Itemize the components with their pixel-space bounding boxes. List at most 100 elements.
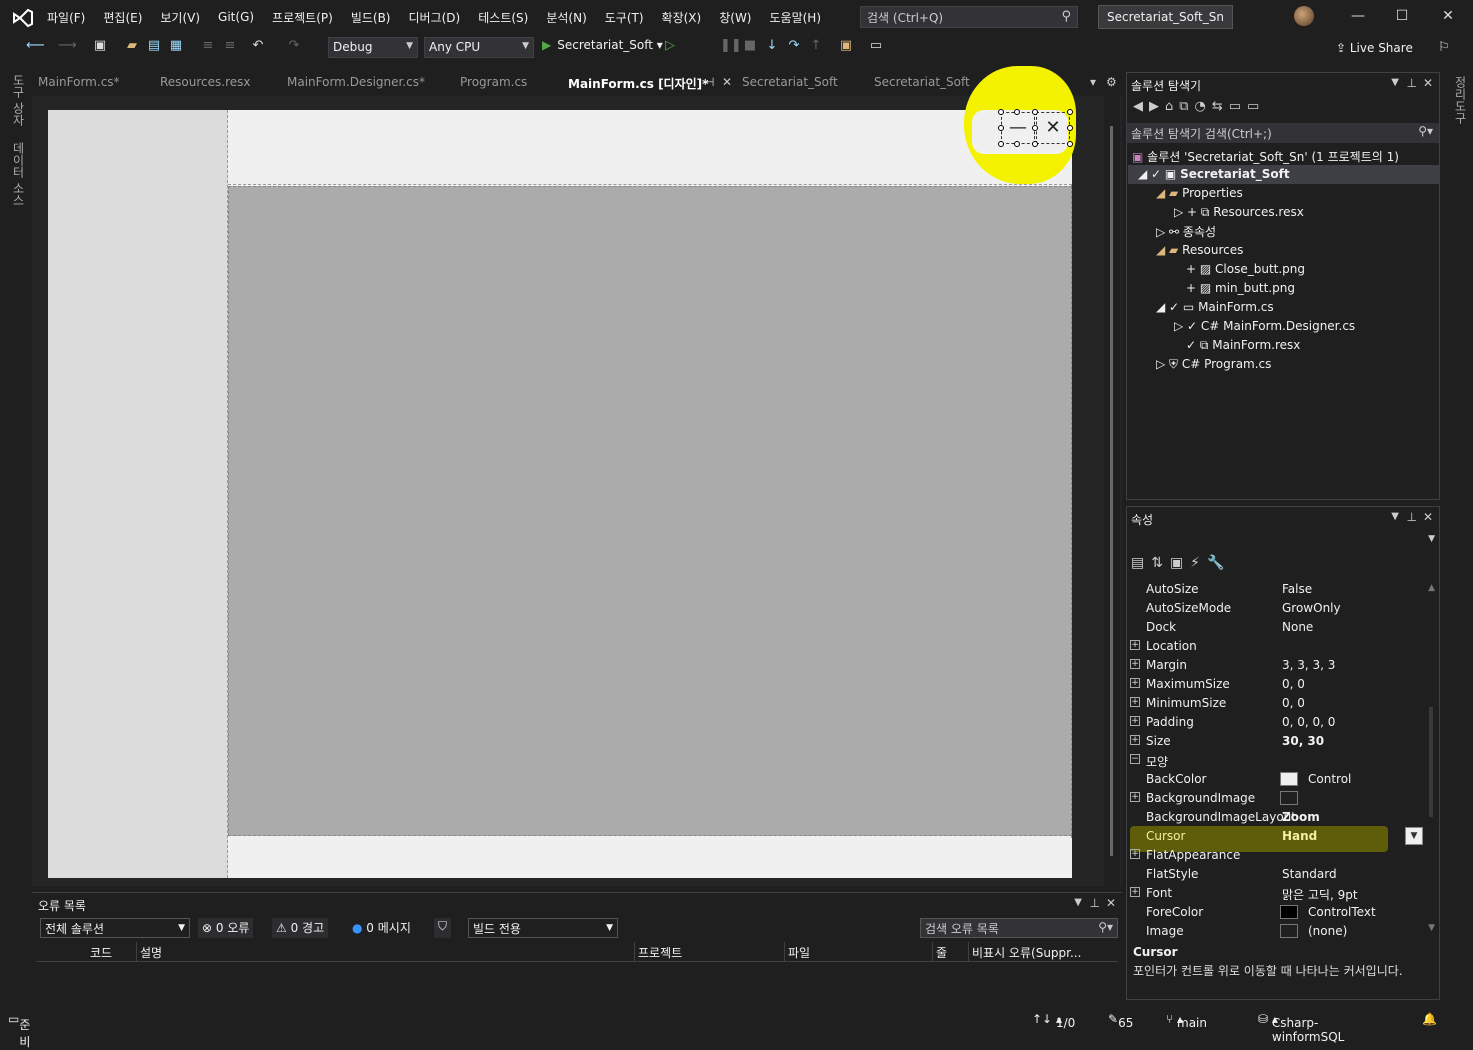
tree-item-project[interactable]: ◢ ✓ ▣ Secretariat_Soft [1138,167,1290,181]
property-value[interactable]: ControlText [1308,905,1376,919]
tab-resources-resx[interactable]: Resources.resx [160,75,251,89]
error-scope-select[interactable]: 전체 솔루션 ▼ [40,918,190,938]
property-row[interactable]: + Size 30, 30 [1130,732,1430,751]
property-value[interactable]: 3, 3, 3, 3 [1282,658,1335,672]
col-description[interactable]: 설명 [140,944,162,961]
property-row[interactable]: + Padding 0, 0, 0, 0 [1130,713,1430,732]
feedback-icon[interactable]: ⚐ [1436,40,1452,56]
notification-bell-icon[interactable]: 🔔 [1422,1012,1437,1026]
filter-icon[interactable]: ⛉ [434,918,452,938]
properties-toolbar[interactable]: ▤⇅▣⚡🔧 [1131,555,1231,571]
tab-secretariat-soft-1[interactable]: Secretariat_Soft [742,75,838,89]
close-icon[interactable]: ✕ [1106,896,1116,910]
tab-close-icon[interactable]: ✕ [722,75,732,89]
cursor-dropdown-button[interactable]: ▼ [1405,827,1423,845]
expand-icon[interactable]: + [1130,716,1140,726]
expand-icon[interactable]: + [1130,849,1140,859]
menu-window[interactable]: 창(W) [710,9,760,26]
tab-mainform-designer-cs[interactable]: MainForm.Designer.cs* [287,75,425,89]
tree-item-mainform-cs[interactable]: ◢ ✓ ▭ MainForm.cs [1156,300,1274,314]
tab-overflow-icon[interactable]: ▾ [1090,75,1096,89]
tree-item-program-cs[interactable]: ▷ ⛨ C# Program.cs [1156,357,1271,372]
solution-name-badge[interactable]: Secretariat_Soft_Sn [1098,5,1233,29]
menu-analyze[interactable]: 분석(N) [537,9,595,26]
step-into-icon[interactable]: ↓ [764,38,780,54]
undo-icon[interactable]: ↶ [250,38,266,54]
build-filter-select[interactable]: 빌드 전용 ▼ [468,918,618,938]
menu-file[interactable]: 파일(F) [38,9,94,26]
close-icon[interactable]: ✕ [1423,510,1433,524]
property-value[interactable]: 0, 0 [1282,696,1305,710]
expand-icon[interactable]: + [1130,640,1140,650]
save-icon[interactable]: ▤ [146,38,162,54]
property-row[interactable]: + MaximumSize 0, 0 [1130,675,1430,694]
col-code[interactable]: 코드 [90,944,112,961]
layout-icon[interactable]: ▭ [868,38,884,54]
property-row[interactable]: − 모양 [1130,751,1430,770]
pin-icon[interactable]: ⊣ [704,75,714,89]
tree-item-close-butt-png[interactable]: + ▨ Close_butt.png [1186,262,1305,276]
menu-project[interactable]: 프로젝트(P) [263,9,342,26]
resize-handle[interactable] [1014,109,1020,115]
property-value[interactable]: Standard [1282,867,1337,881]
comment-icon[interactable]: ≡ [200,38,216,54]
property-value[interactable]: Control [1308,772,1351,786]
expand-icon[interactable]: + [1130,659,1140,669]
form-top-panel[interactable] [228,110,1072,185]
property-row[interactable]: + BackgroundImage [1130,789,1430,808]
panel-menu-icon[interactable]: ▼ [1391,511,1399,522]
menu-tools[interactable]: 도구(T) [596,9,653,26]
pin-icon[interactable]: ⊥ [1090,896,1100,910]
property-row[interactable]: + Font 맑은 고딕, 9pt [1130,884,1430,903]
property-value[interactable]: Zoom [1282,810,1320,824]
tree-item-min-butt-png[interactable]: + ▨ min_butt.png [1186,281,1295,295]
expand-icon[interactable]: + [1130,792,1140,802]
start-button[interactable]: ▶ Secretariat_Soft ▾ [542,38,663,52]
resize-handle[interactable] [1032,141,1038,147]
config-select[interactable]: Debug ▼ [328,37,418,58]
new-project-icon[interactable]: ▣ [92,38,108,54]
messages-filter-button[interactable]: ● 0 메시지 [348,918,415,938]
pin-icon[interactable]: ⊥ [1407,510,1417,524]
pause-icon[interactable]: ❚❚ [720,38,742,54]
status-edits[interactable]: ✎ 65 [1108,1012,1133,1030]
expand-icon[interactable]: + [1130,887,1140,897]
panel-menu-icon[interactable]: ▼ [1074,897,1082,908]
redo-icon[interactable]: ↷ [286,38,302,54]
resize-handle[interactable] [1032,109,1038,115]
error-search-input[interactable]: 검색 오류 목록 ⚲▾ [920,918,1118,938]
property-row[interactable]: FlatStyle Standard [1130,865,1430,884]
data-sources-tab[interactable]: 데이터 소스 [10,142,27,206]
property-value[interactable]: 맑은 고딕, 9pt [1282,886,1358,903]
tab-program-cs[interactable]: Program.cs [460,75,527,89]
property-row[interactable]: BackColor Control [1130,770,1430,789]
form-close-button[interactable]: ✕ [1036,112,1070,144]
tree-item-resources-folder[interactable]: ◢ ▰ Resources [1156,243,1243,257]
resize-handle[interactable] [998,125,1004,131]
status-repo[interactable]: ⛁ Csharp-winformSQL ▴ [1258,1012,1344,1044]
tab-secretariat-soft-2[interactable]: Secretariat_Soft [874,75,970,89]
expand-icon[interactable]: + [1130,678,1140,688]
col-file[interactable]: 파일 [788,944,810,961]
close-icon[interactable]: ✕ [1423,76,1433,90]
property-value[interactable]: 0, 0, 0, 0 [1282,715,1335,729]
menu-build[interactable]: 빌드(B) [342,9,400,26]
menu-extensions[interactable]: 확장(X) [653,9,711,26]
property-row[interactable]: ForeColor ControlText [1130,903,1430,922]
scrollbar-thumb[interactable] [1110,126,1113,856]
property-value[interactable]: (none) [1308,924,1347,938]
warnings-filter-button[interactable]: ⚠ 0 경고 [272,918,329,938]
resize-handle[interactable] [1032,125,1038,131]
search-input[interactable]: 검색 (Ctrl+Q) ⚲ [860,6,1078,28]
platform-select[interactable]: Any CPU ▼ [424,37,534,58]
resize-handle[interactable] [1067,109,1073,115]
tree-item-resources-resx[interactable]: ▷ + ⧉ Resources.resx [1174,205,1304,220]
explorer-icon[interactable]: ▣ [838,38,854,54]
tab-mainform-cs[interactable]: MainForm.cs* [38,75,120,89]
form-main-panel[interactable] [228,186,1072,836]
avatar[interactable] [1294,6,1314,26]
stop-icon[interactable]: ■ [742,38,758,54]
property-value[interactable]: Hand [1282,829,1317,843]
resize-handle[interactable] [1014,141,1020,147]
settings-gear-icon[interactable]: ⚙ [1106,75,1117,89]
